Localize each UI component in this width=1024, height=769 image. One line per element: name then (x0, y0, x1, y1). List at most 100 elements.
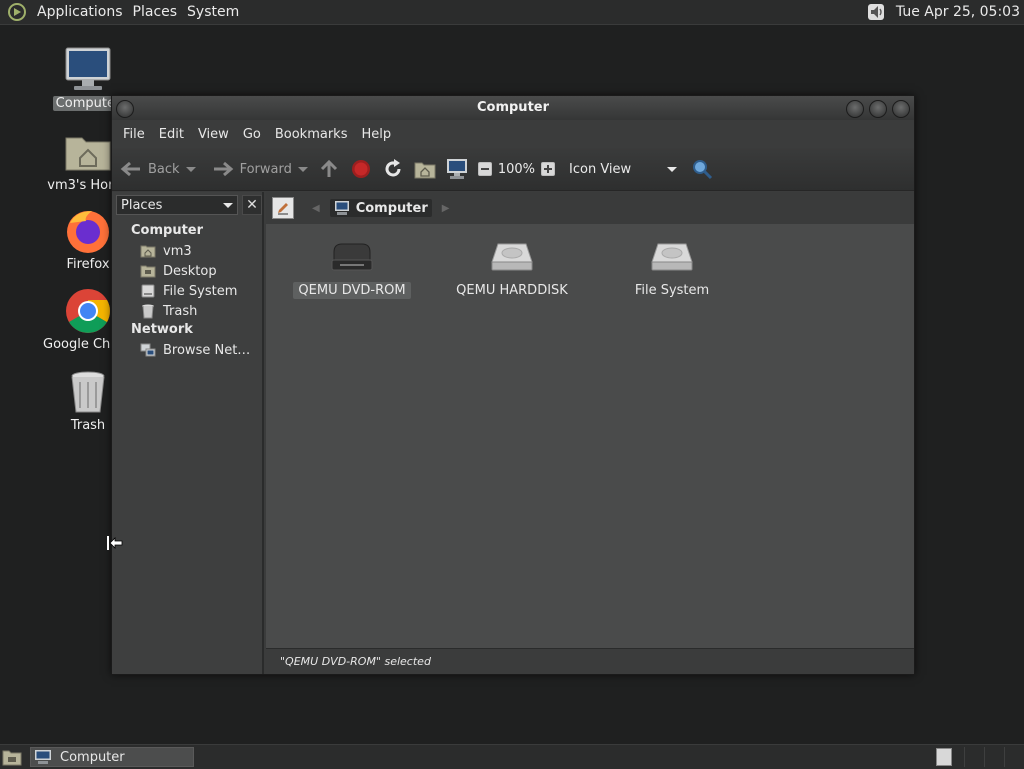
home-button[interactable] (414, 159, 436, 179)
menu-bookmarks[interactable]: Bookmarks (268, 127, 355, 142)
maximize-button[interactable] (869, 100, 887, 118)
desktop-folder-icon (140, 263, 156, 279)
location-bar: ◀ Computer ▶ (266, 192, 914, 224)
computer-button[interactable] (446, 158, 468, 180)
up-arrow-icon (320, 159, 337, 177)
file-item-file-system[interactable]: File System (602, 240, 742, 299)
toggle-location-entry-button[interactable] (272, 197, 294, 219)
sidebar-type-value: Places (121, 197, 163, 213)
file-item-qemu-harddisk[interactable]: QEMU HARDDISK (442, 240, 582, 299)
sidebar-item-label: vm3 (163, 243, 192, 259)
up-button[interactable] (318, 159, 340, 179)
taskbar-button-label: Computer (60, 749, 125, 765)
menu-go[interactable]: Go (236, 127, 268, 142)
close-sidebar-icon[interactable]: ✕ (242, 195, 262, 215)
sidebar-item-label: File System (163, 283, 238, 299)
computer-icon (334, 200, 350, 216)
menu-file[interactable]: File (116, 127, 152, 142)
search-button[interactable] (691, 158, 713, 180)
places-menu[interactable]: Places (128, 1, 183, 23)
path-button-computer[interactable]: Computer (329, 199, 432, 217)
computer-icon (64, 46, 112, 94)
stop-button[interactable] (350, 158, 372, 180)
file-item-label: QEMU DVD-ROM (293, 282, 411, 299)
workspace-4[interactable] (1004, 747, 1024, 767)
home-folder-icon (414, 162, 436, 179)
taskbar-button-computer[interactable]: Computer (30, 747, 194, 767)
reload-button[interactable] (382, 158, 404, 180)
clock[interactable]: Tue Apr 25, 05:03 (888, 4, 1024, 20)
stop-icon (351, 160, 370, 178)
toolbar: Back Forward 100% Icon View (112, 148, 914, 191)
desktop-icon-label: Trash (70, 418, 106, 433)
back-button[interactable]: Back (120, 160, 196, 178)
workspace-1[interactable] (936, 748, 952, 766)
zoom-out-button[interactable] (477, 162, 492, 176)
sidebar-section-computer: Computer (131, 223, 204, 238)
firefox-icon (64, 207, 112, 255)
sidebar-item-label: Trash (163, 303, 198, 319)
home-folder-icon (140, 243, 156, 259)
sidebar-item-vm3[interactable]: vm3 (112, 241, 262, 261)
sidebar-item-label: Desktop (163, 263, 217, 279)
sidebar-item-file-system[interactable]: File System (112, 281, 262, 301)
trash-icon (140, 303, 156, 319)
zoom-out-icon (477, 162, 492, 176)
file-item-qemu-dvd-rom[interactable]: QEMU DVD-ROM (282, 240, 422, 299)
optical-drive-icon (328, 240, 376, 276)
forward-button[interactable]: Forward (212, 160, 308, 178)
window-title: Computer (476, 100, 550, 115)
sidebar-item-desktop[interactable]: Desktop (112, 261, 262, 281)
file-item-label: File System (634, 283, 710, 298)
sidebar-type-select[interactable]: Places (116, 195, 238, 215)
zoom-level[interactable]: 100% (498, 162, 535, 177)
system-menu[interactable]: System (182, 1, 244, 23)
minimize-button[interactable] (846, 100, 864, 118)
file-manager-window: Computer File Edit View Go Bookmarks Hel… (111, 95, 915, 675)
back-history-dropdown[interactable] (185, 166, 196, 172)
network-icon (140, 342, 156, 358)
sidebar-item-label: Browse Net… (163, 342, 251, 358)
search-icon (693, 160, 713, 180)
path-scroll-left-icon[interactable]: ◀ (312, 203, 320, 214)
chrome-icon (64, 287, 112, 335)
forward-history-dropdown[interactable] (297, 166, 308, 172)
workspace-3[interactable] (984, 747, 1004, 767)
path-scroll-right-icon[interactable]: ▶ (442, 203, 450, 214)
show-desktop-icon[interactable] (2, 748, 22, 766)
back-label: Back (148, 161, 180, 177)
view-mode-select[interactable]: Icon View (569, 161, 678, 177)
menu-view[interactable]: View (191, 127, 236, 142)
sidebar-item-trash[interactable]: Trash (112, 301, 262, 321)
harddisk-icon (648, 240, 696, 276)
sidebar-section-network: Network (131, 322, 193, 337)
menubar: File Edit View Go Bookmarks Help (112, 120, 914, 148)
volume-icon[interactable] (866, 1, 888, 23)
sidebar-item-browse-network[interactable]: Browse Net… (112, 340, 262, 360)
status-bar: "QEMU DVD-ROM" selected (266, 648, 914, 674)
places-sidebar: Places ✕ Computer vm3 Desktop File Syste… (112, 192, 264, 674)
menu-edit[interactable]: Edit (152, 127, 191, 142)
menu-help[interactable]: Help (354, 127, 398, 142)
drive-icon (140, 283, 156, 299)
top-panel: Applications Places System Tue Apr 25, 0… (0, 0, 1024, 25)
distro-logo-icon[interactable] (6, 2, 28, 22)
chevron-down-icon (223, 202, 233, 208)
resize-cursor-icon (106, 535, 124, 551)
reload-icon (385, 159, 401, 177)
window-titlebar[interactable]: Computer (112, 96, 914, 120)
forward-label: Forward (239, 161, 292, 177)
chevron-down-icon (667, 166, 678, 172)
zoom-in-button[interactable] (541, 162, 556, 176)
applications-menu[interactable]: Applications (32, 1, 128, 23)
edit-icon (278, 203, 288, 215)
view-mode-value: Icon View (569, 161, 632, 177)
trash-icon (64, 368, 112, 416)
zoom-in-icon (541, 162, 556, 176)
window-menu-button[interactable] (116, 100, 134, 118)
close-button[interactable] (892, 100, 910, 118)
bottom-panel: Computer (0, 744, 1024, 769)
workspace-2[interactable] (964, 747, 984, 767)
path-button-label: Computer (355, 200, 428, 216)
icon-view[interactable]: QEMU DVD-ROM QEMU HARDDISK File System (266, 224, 914, 648)
